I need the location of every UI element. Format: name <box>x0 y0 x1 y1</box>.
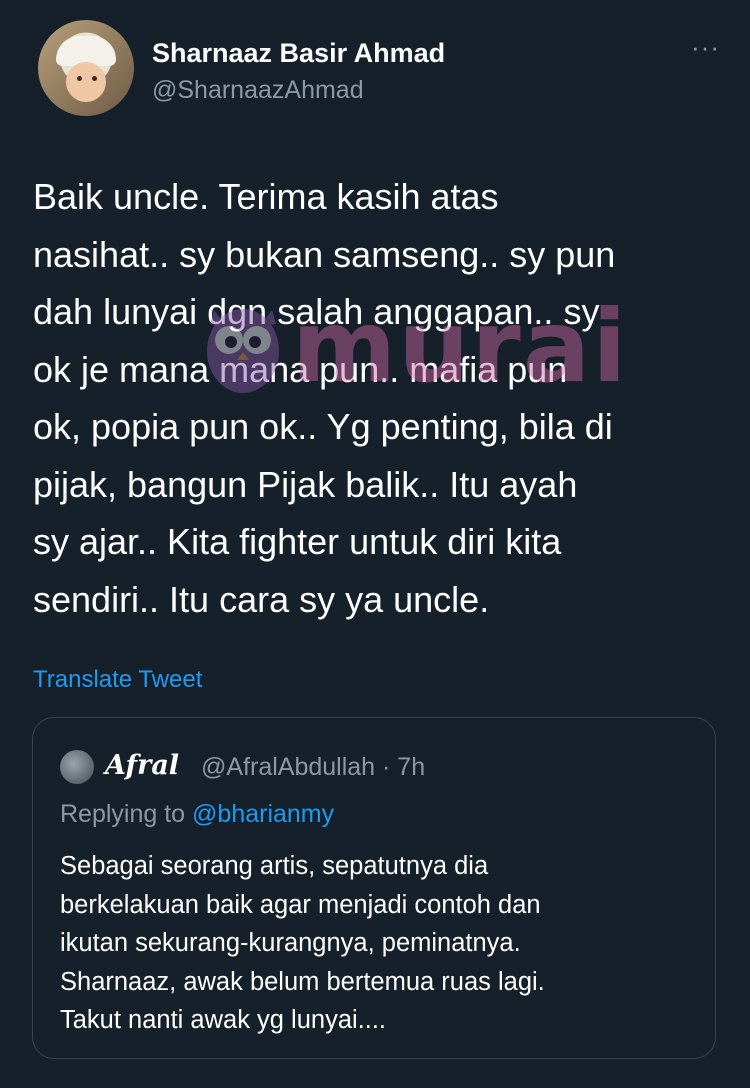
replying-mention-link[interactable]: @bharianmy <box>192 800 334 828</box>
tweet-header: Sharnaaz Basir Ahmad @SharnaazAhmad ··· <box>38 20 728 124</box>
avatar-eye-left <box>77 76 82 81</box>
quoted-line: Takut nanti awak yg lunyai.... <box>60 1006 387 1034</box>
tweet-line: pijak, bangun Pijak balik.. Itu ayah <box>33 463 578 505</box>
quoted-author-avatar[interactable] <box>60 750 94 784</box>
quoted-line: Sharnaaz, awak belum bertemua ruas lagi. <box>60 967 545 996</box>
translate-tweet-link[interactable]: Translate Tweet <box>33 666 202 694</box>
more-icon[interactable]: ··· <box>691 32 720 63</box>
tweet-text: Baik uncle. Terima kasih atas nasihat.. … <box>33 168 723 628</box>
author-avatar[interactable] <box>38 20 134 116</box>
tweet-line: sy ajar.. Kita fighter untuk diri kita <box>33 521 562 562</box>
author-handle[interactable]: @SharnaazAhmad <box>152 76 364 105</box>
quoted-line: Sebagai seorang artis, sepatutnya dia <box>60 852 489 880</box>
avatar-face <box>66 62 106 102</box>
quoted-author-meta: @AfralAbdullah · 7h <box>201 753 426 781</box>
author-name[interactable]: Sharnaaz Basir Ahmad <box>152 38 445 69</box>
quoted-line: ikutan sekurang-kurangnya, peminatnya. <box>60 929 521 957</box>
replying-prefix: Replying to <box>60 800 186 828</box>
tweet-line: Baik uncle. Terima kasih atas <box>33 176 499 217</box>
tweet-line: nasihat.. sy bukan samseng.. sy pun <box>33 233 616 275</box>
quoted-tweet-text: Sebagai seorang artis, sepatutnya dia be… <box>60 847 690 1040</box>
avatar-eye-right <box>92 76 97 81</box>
quoted-author-name[interactable]: Afral <box>105 750 179 781</box>
quoted-tweet[interactable]: Afral @AfralAbdullah · 7h Replying to @b… <box>32 717 716 1059</box>
replying-to: Replying to @bharianmy <box>60 800 334 829</box>
tweet-line: ok, popia pun ok.. Yg penting, bila di <box>33 406 613 447</box>
tweet-line: sendiri.. Itu cara sy ya uncle. <box>33 578 490 620</box>
quoted-line: berkelakuan baik agar menjadi contoh dan <box>60 890 541 919</box>
tweet-line: ok je mana mana pun.. mafia pun <box>33 348 568 390</box>
tweet-line: dah lunyai dgn salah anggapan.. sy <box>33 291 600 332</box>
